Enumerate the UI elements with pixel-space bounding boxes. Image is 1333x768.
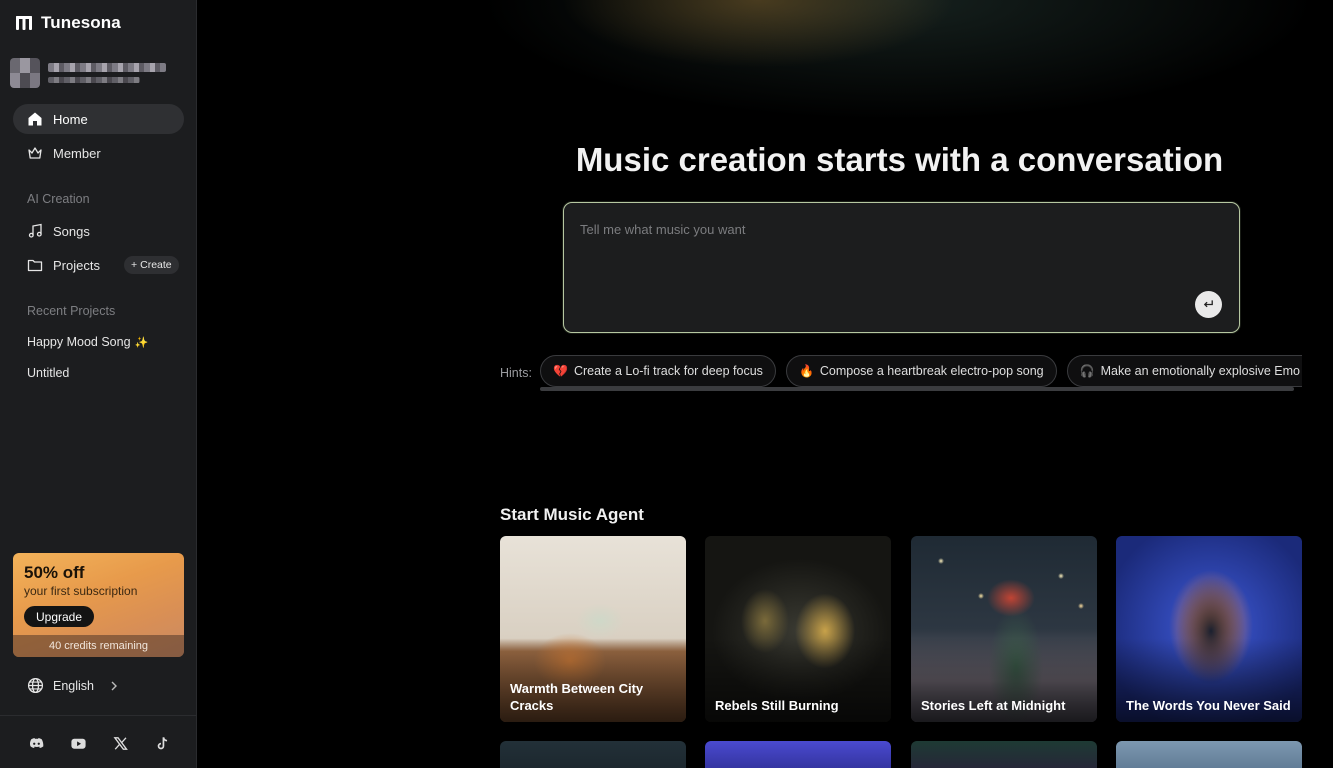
prompt-input[interactable] xyxy=(564,203,1239,332)
sidebar-item-label: Songs xyxy=(53,223,90,239)
language-label: English xyxy=(53,678,94,693)
music-note-icon xyxy=(28,223,42,238)
upgrade-button[interactable]: Upgrade xyxy=(24,606,95,627)
headphones-icon: 🎧 xyxy=(1079,364,1095,378)
hints-scrollbar[interactable] xyxy=(540,387,1294,391)
tiktok-icon[interactable] xyxy=(153,734,171,752)
agent-card-partial[interactable] xyxy=(705,741,891,768)
agent-card-partial[interactable] xyxy=(1116,741,1302,768)
prompt-box xyxy=(563,202,1240,333)
sidebar-item-label: Projects xyxy=(53,257,100,273)
recent-project-item[interactable]: Happy Mood Song ✨ xyxy=(27,335,148,349)
promo-card: 50% off your first subscription Upgrade … xyxy=(13,553,184,657)
home-icon xyxy=(28,112,42,126)
section-heading-ai-creation: AI Creation xyxy=(27,192,90,206)
agent-card-partial[interactable] xyxy=(500,741,686,768)
recent-project-label: Happy Mood Song xyxy=(27,335,131,349)
card-title: Warmth Between City Cracks xyxy=(510,681,644,713)
main-content: Music creation starts with a conversatio… xyxy=(198,0,1333,768)
x-icon[interactable] xyxy=(111,734,129,752)
hint-text: Compose a heartbreak electro-pop song xyxy=(819,364,1044,378)
folder-icon xyxy=(27,259,43,272)
hint-chip[interactable]: 🎧 Make an emotionally explosive Emo Rock… xyxy=(1066,355,1302,387)
sidebar-item-member[interactable]: Member xyxy=(13,138,184,168)
app-root: Tunesona Home Member AI Creation Songs P… xyxy=(0,0,1333,768)
plus-icon: + xyxy=(130,259,138,271)
sparkle-icon: ✨ xyxy=(134,336,149,349)
user-email-blurred xyxy=(48,77,140,83)
credits-remaining: 40 credits remaining xyxy=(13,635,184,657)
hint-chip[interactable]: 💔 Create a Lo-fi track for deep focus xyxy=(540,355,776,387)
section-title-music-agent: Start Music Agent xyxy=(500,505,644,524)
card-overlay xyxy=(705,536,891,722)
enter-icon xyxy=(1203,300,1213,308)
recent-project-label: Untitled xyxy=(27,366,70,380)
sidebar-item-label: Home xyxy=(53,111,88,127)
hints-label: Hints: xyxy=(500,366,532,380)
crown-icon xyxy=(28,147,42,159)
create-label: Create xyxy=(140,259,172,271)
card-title: The Words You Never Said xyxy=(1126,698,1291,713)
user-info-blurred xyxy=(48,63,166,83)
sidebar-item-projects[interactable]: Projects + Create xyxy=(13,250,184,280)
recent-project-item[interactable]: Untitled xyxy=(27,366,69,380)
divider xyxy=(0,715,197,716)
globe-icon xyxy=(27,677,44,694)
sidebar-item-home[interactable]: Home xyxy=(13,104,184,134)
send-button[interactable] xyxy=(1195,291,1222,318)
card-title: Stories Left at Midnight xyxy=(921,698,1066,713)
broken-heart-icon: 💔 xyxy=(553,364,568,378)
sidebar-item-songs[interactable]: Songs xyxy=(13,216,184,246)
agent-card[interactable]: Stories Left at Midnight xyxy=(911,536,1097,722)
sidebar: Tunesona Home Member AI Creation Songs P… xyxy=(0,0,197,768)
user-profile[interactable] xyxy=(10,58,166,88)
create-project-button[interactable]: + Create xyxy=(123,256,179,274)
social-links xyxy=(27,734,171,752)
promo-title: 50% off xyxy=(24,563,85,582)
youtube-icon[interactable] xyxy=(69,734,87,752)
discord-icon[interactable] xyxy=(27,734,45,752)
section-heading-recent-projects: Recent Projects xyxy=(27,304,116,318)
sidebar-item-label: Member xyxy=(53,145,101,161)
hint-text: Create a Lo-fi track for deep focus xyxy=(573,364,763,378)
agent-card[interactable]: Rebels Still Burning xyxy=(705,536,891,722)
agent-card[interactable]: The Words You Never Said xyxy=(1116,536,1302,722)
brand-name: Tunesona xyxy=(41,13,121,32)
card-overlay xyxy=(1116,536,1302,722)
chevron-right-icon xyxy=(111,681,117,690)
promo-subtitle: your first subscription xyxy=(24,584,138,598)
user-name-blurred xyxy=(48,63,166,72)
agent-card-partial[interactable] xyxy=(911,741,1097,768)
language-selector[interactable]: English xyxy=(27,677,119,694)
page-title: Music creation starts with a conversatio… xyxy=(575,141,1224,178)
agent-card[interactable]: Warmth Between City Cracks xyxy=(500,536,686,722)
hints-row: 💔 Create a Lo-fi track for deep focus 🔥 … xyxy=(540,355,1302,387)
fire-icon: 🔥 xyxy=(798,364,814,378)
tunesona-logo-icon xyxy=(16,16,32,30)
avatar xyxy=(10,58,40,88)
card-title: Rebels Still Burning xyxy=(715,698,839,713)
hint-chip[interactable]: 🔥 Compose a heartbreak electro-pop song xyxy=(785,355,1057,387)
brand[interactable]: Tunesona xyxy=(15,13,121,33)
hint-text: Make an emotionally explosive Emo Rock t… xyxy=(1100,364,1302,378)
card-overlay xyxy=(911,536,1097,722)
